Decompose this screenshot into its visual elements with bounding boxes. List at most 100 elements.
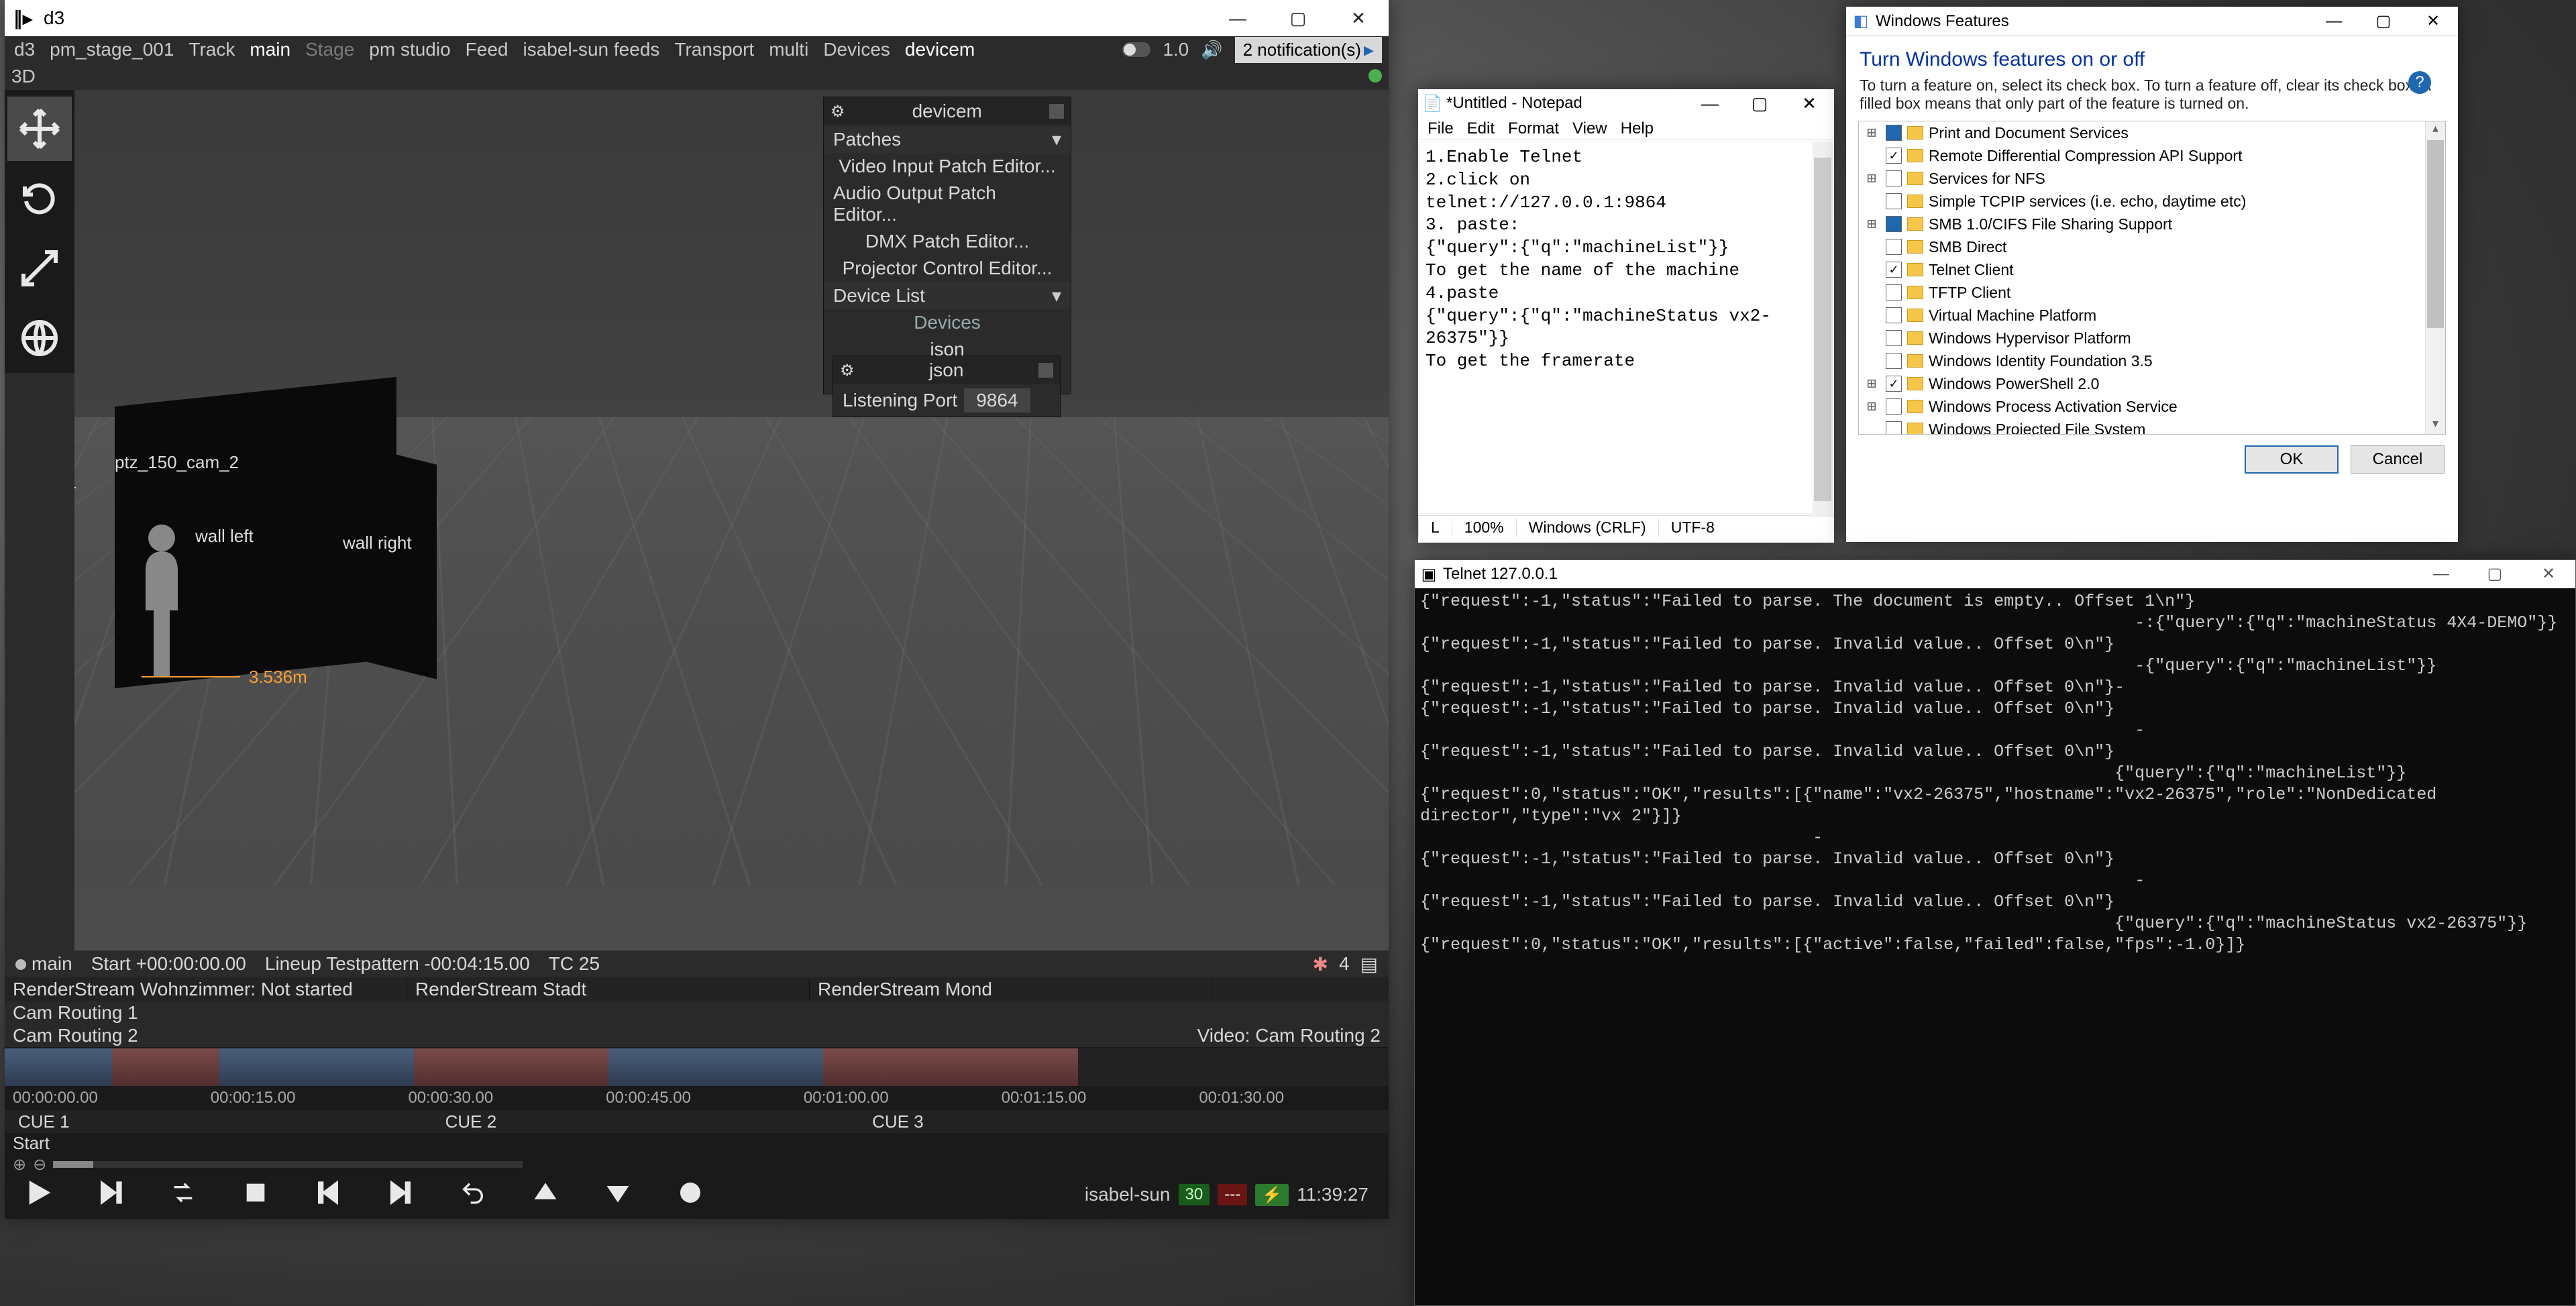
cue-2[interactable]: CUE 2 (432, 1111, 511, 1132)
feature-item[interactable]: ⊞Windows PowerShell 2.0 (1859, 372, 2445, 395)
feature-checkbox[interactable] (1886, 239, 1902, 255)
feature-checkbox[interactable] (1886, 148, 1902, 164)
minimize-button[interactable]: — (1685, 89, 1735, 117)
cue-3[interactable]: CUE 3 (859, 1111, 937, 1132)
feature-checkbox[interactable] (1886, 421, 1902, 435)
feature-item[interactable]: Simple TCPIP services (i.e. echo, daytim… (1859, 190, 2445, 213)
listening-port-value[interactable]: 9864 (964, 388, 1030, 413)
cam-routing-1[interactable]: Cam Routing 1 (5, 1001, 1389, 1024)
feature-item[interactable]: Windows Identity Foundation 3.5 (1859, 349, 2445, 372)
gear-icon[interactable]: ⚙ (830, 102, 845, 121)
close-button[interactable]: ✕ (2522, 560, 2575, 588)
notepad-text-area[interactable]: 1.Enable Telnet 2.click on telnet://127.… (1419, 142, 1833, 514)
undo-button[interactable] (460, 1179, 486, 1211)
stop-button[interactable] (242, 1179, 269, 1211)
feature-item[interactable]: SMB Direct (1859, 235, 2445, 258)
panel-square-icon[interactable] (1049, 104, 1064, 119)
expand-icon[interactable]: ⊞ (1867, 170, 1880, 187)
expand-icon[interactable]: ⊞ (1867, 398, 1880, 415)
feature-item[interactable]: Windows Hypervisor Platform (1859, 327, 2445, 349)
rs-mond[interactable]: RenderStream Mond (810, 979, 1212, 1000)
ok-button[interactable]: OK (2245, 445, 2339, 474)
menu-track-label[interactable]: Track (186, 38, 237, 62)
notepad-scrollbar[interactable] (1813, 142, 1833, 517)
feature-item[interactable]: ⊞Windows Process Activation Service (1859, 395, 2445, 418)
rs-stadt[interactable]: RenderStream Stadt (407, 979, 810, 1000)
feature-item[interactable]: TFTP Client (1859, 281, 2445, 304)
play-to-end-button[interactable] (97, 1179, 124, 1211)
track-name[interactable]: main (32, 953, 72, 974)
gear-icon[interactable]: ⚙ (840, 361, 855, 380)
menu-feed-label[interactable]: Feed (463, 38, 511, 62)
expand-icon[interactable]: ⊞ (1867, 124, 1880, 142)
section-patches[interactable]: Patches▾ (824, 125, 1071, 153)
menu-projector-control[interactable]: Projector Control Editor... (824, 255, 1071, 282)
rs-wohnzimmer[interactable]: RenderStream Wohnzimmer: Not started (5, 979, 407, 1000)
down-button[interactable] (604, 1179, 631, 1211)
menu-format[interactable]: Format (1503, 119, 1564, 138)
telnet-titlebar[interactable]: ▣ Telnet 127.0.0.1 — ▢ ✕ (1415, 560, 2575, 588)
close-button[interactable]: ✕ (1328, 0, 1389, 36)
menu-file[interactable]: File (1422, 119, 1459, 138)
menu-feed-value[interactable]: isabel-sun feeds (521, 38, 663, 62)
menu-video-input-patch[interactable]: Video Input Patch Editor... (824, 153, 1071, 180)
feature-checkbox[interactable] (1886, 330, 1902, 346)
close-button[interactable]: ✕ (1784, 89, 1834, 117)
prev-button[interactable] (315, 1179, 341, 1211)
record-button[interactable] (677, 1179, 704, 1211)
speaker-icon[interactable]: 🔊 (1201, 40, 1222, 60)
layers-icon[interactable]: ▤ (1360, 953, 1378, 975)
minimize-button[interactable]: — (2414, 560, 2468, 588)
zoom-slider[interactable] (53, 1161, 523, 1168)
menu-d3[interactable]: d3 (11, 38, 38, 62)
view-mode-3d[interactable]: 3D (11, 66, 36, 87)
next-button[interactable] (387, 1179, 414, 1211)
feature-item[interactable]: Windows Projected File System (1859, 418, 2445, 435)
feature-checkbox[interactable] (1886, 398, 1902, 415)
feature-checkbox[interactable] (1886, 125, 1902, 141)
feature-checkbox[interactable] (1886, 284, 1902, 301)
video-cam-routing[interactable]: Video: Cam Routing 2 (1197, 1025, 1381, 1046)
menu-transport-label[interactable]: Transport (672, 38, 757, 62)
feature-item[interactable]: Remote Differential Compression API Supp… (1859, 144, 2445, 167)
menu-dmx-patch[interactable]: DMX Patch Editor... (824, 228, 1071, 255)
up-button[interactable] (532, 1179, 559, 1211)
feature-checkbox[interactable] (1886, 262, 1902, 278)
json-panel-header[interactable]: ⚙ json (833, 356, 1060, 384)
maximize-button[interactable]: ▢ (1268, 0, 1328, 36)
zoom-in-icon[interactable]: ⊕ (13, 1155, 26, 1175)
tool-rotate[interactable] (7, 166, 72, 231)
menu-track-value[interactable]: main (247, 38, 293, 62)
devices-panel-header[interactable]: ⚙ devicem (824, 97, 1071, 125)
menu-devices-label[interactable]: Devices (820, 38, 893, 62)
timeline[interactable] (5, 1048, 1389, 1086)
tool-scale[interactable] (7, 236, 72, 301)
play-button[interactable] (25, 1179, 52, 1211)
json-panel[interactable]: ⚙ json Listening Port 9864 (833, 356, 1061, 417)
cue-1[interactable]: CUE 1 (5, 1111, 83, 1132)
help-icon[interactable]: ? (2408, 71, 2431, 94)
wfeat-scrollbar[interactable]: ▴▾ (2425, 121, 2445, 434)
tool-globe[interactable] (7, 306, 72, 370)
feature-item[interactable]: ⊞Print and Document Services (1859, 121, 2445, 144)
cam-routing-2[interactable]: Cam Routing 2 (13, 1025, 138, 1046)
tool-move[interactable] (7, 97, 72, 161)
feature-item[interactable]: ⊞SMB 1.0/CIFS File Sharing Support (1859, 213, 2445, 235)
menu-edit[interactable]: Edit (1462, 119, 1500, 138)
menu-stage-value[interactable]: pm studio (366, 38, 453, 62)
devices-panel[interactable]: ⚙ devicem Patches▾ Video Input Patch Edi… (823, 97, 1071, 394)
feature-checkbox[interactable] (1886, 216, 1902, 232)
feature-checkbox[interactable] (1886, 170, 1902, 186)
maximize-button[interactable]: ▢ (2468, 560, 2522, 588)
feature-checkbox[interactable] (1886, 376, 1902, 392)
telnet-terminal[interactable]: {"request":-1,"status":"Failed to parse.… (1415, 588, 2575, 959)
notifications-button[interactable]: 2 notification(s)▸ (1235, 37, 1382, 63)
zoom-out-icon[interactable]: ⊖ (33, 1155, 46, 1175)
feature-item[interactable]: Telnet Client (1859, 258, 2445, 281)
maximize-button[interactable]: ▢ (1735, 89, 1784, 117)
feature-checkbox[interactable] (1886, 193, 1902, 209)
feature-item[interactable]: ⊞Services for NFS (1859, 167, 2445, 190)
maximize-button[interactable]: ▢ (2359, 7, 2408, 36)
d3-titlebar[interactable]: ∥▸ d3 — ▢ ✕ (5, 0, 1389, 36)
menu-stage-label[interactable]: Stage (303, 38, 357, 62)
